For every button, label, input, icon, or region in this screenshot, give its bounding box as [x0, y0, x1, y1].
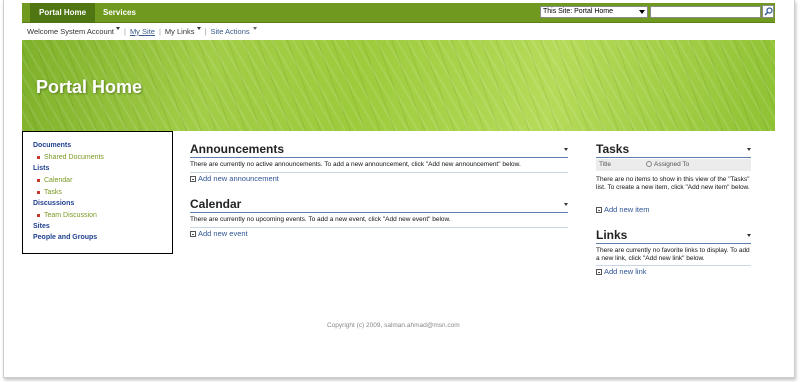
page-title: Portal Home [36, 77, 143, 97]
column-assigned-label: Assigned To [654, 161, 690, 168]
webpart-title-rule [190, 212, 568, 213]
links-webpart: Links There are currently no favorite li… [596, 228, 751, 278]
site-actions-label: Site Actions [210, 27, 250, 36]
welcome-menu[interactable]: Welcome System Account [27, 27, 120, 36]
bullet-icon [37, 213, 40, 217]
calendar-empty-text: There are currently no upcoming events. … [190, 216, 451, 223]
add-new-item-link[interactable]: Add new item [596, 205, 649, 214]
search-button[interactable] [762, 5, 774, 18]
quick-launch-item-sites[interactable]: Sites [33, 223, 50, 230]
user-links-bar: Welcome System Account | My Site | My Links |… [27, 27, 257, 37]
webpart-menu-arrow-icon[interactable] [747, 148, 751, 151]
my-site-link[interactable]: My Site [130, 27, 155, 36]
quick-launch-sub-label: Team Discussion [44, 212, 97, 219]
search-icon [764, 7, 773, 16]
chevron-down-icon [252, 27, 257, 30]
add-link-label: Add new item [604, 205, 650, 214]
announcements-empty-text: There are currently no active announceme… [190, 161, 521, 168]
tab-portal-home[interactable]: Portal Home [30, 3, 96, 23]
search-input[interactable] [650, 6, 761, 18]
links-title: Links [596, 228, 628, 242]
webpart-menu-arrow-icon[interactable] [564, 203, 568, 206]
quick-launch-sub-label: Tasks [44, 189, 62, 196]
links-empty-text: There are currently no favorite links to… [596, 247, 750, 262]
bullet-icon [37, 178, 40, 182]
presence-icon [646, 161, 652, 168]
bullet-icon [37, 155, 40, 159]
tasks-empty-text: There are no items to show in this view … [596, 176, 750, 191]
quick-launch-item-shared-documents[interactable]: Shared Documents [37, 154, 104, 161]
calendar-webpart: Calendar There are currently no upcoming… [190, 197, 568, 242]
announcements-title: Announcements [190, 142, 285, 156]
add-new-announcement-link[interactable]: Add new announcement [190, 174, 279, 183]
my-links-label: My Links [164, 27, 195, 36]
quick-launch-item-documents[interactable]: Documents [33, 142, 71, 149]
bullet-icon [37, 190, 40, 194]
tasks-column-header: Title Assigned To [596, 159, 751, 171]
webpart-menu-arrow-icon[interactable] [564, 148, 568, 151]
add-link-label: Add new announcement [198, 174, 279, 183]
webpart-title-rule [596, 243, 751, 244]
search-scope-value: This Site: Portal Home [543, 8, 614, 15]
site-banner: Portal Home [22, 40, 775, 131]
webpart-title-rule [190, 157, 568, 158]
quick-launch: Documents Shared Documents Lists Calenda… [22, 131, 173, 254]
add-new-event-link[interactable]: Add new event [190, 229, 248, 238]
add-new-link-link[interactable]: Add new link [596, 267, 647, 276]
quick-launch-item-people-and-groups[interactable]: People and Groups [33, 234, 97, 241]
quick-launch-sub-label: Calendar [44, 177, 73, 184]
add-icon [596, 269, 602, 276]
webpart-title-rule [596, 157, 751, 158]
quick-launch-item-calendar[interactable]: Calendar [37, 177, 72, 184]
quick-launch-item-lists[interactable]: Lists [33, 165, 49, 172]
calendar-title: Calendar [190, 197, 242, 211]
column-title[interactable]: Title [599, 161, 611, 168]
quick-launch-sub-label: Shared Documents [44, 154, 104, 161]
my-links-menu[interactable]: My Links [165, 27, 201, 36]
copyright-footer: Copyright (c) 2009, salman.ahmad@msn.com [327, 322, 460, 329]
quick-launch-item-discussions[interactable]: Discussions [33, 200, 74, 207]
welcome-label: Welcome System Account [27, 27, 114, 36]
add-link-label: Add new link [604, 267, 647, 276]
tab-services[interactable]: Services [94, 3, 145, 23]
add-icon [190, 231, 196, 238]
quick-launch-item-tasks[interactable]: Tasks [37, 189, 62, 196]
chevron-down-icon [196, 27, 201, 30]
announcements-webpart: Announcements There are currently no act… [190, 142, 568, 187]
tasks-webpart: Tasks Title Assigned To There are no ite… [596, 142, 751, 217]
add-icon [190, 176, 196, 183]
site-actions-menu[interactable]: Site Actions [210, 27, 249, 36]
add-icon [596, 207, 602, 214]
add-link-label: Add new event [198, 229, 248, 238]
webpart-menu-arrow-icon[interactable] [747, 234, 751, 237]
search-scope-select[interactable]: This Site: Portal Home [540, 6, 648, 18]
column-assigned-to[interactable]: Assigned To [646, 161, 689, 168]
chevron-down-icon [639, 10, 645, 14]
quick-launch-item-team-discussion[interactable]: Team Discussion [37, 212, 97, 219]
chevron-down-icon [115, 27, 120, 30]
tasks-title: Tasks [596, 142, 630, 156]
